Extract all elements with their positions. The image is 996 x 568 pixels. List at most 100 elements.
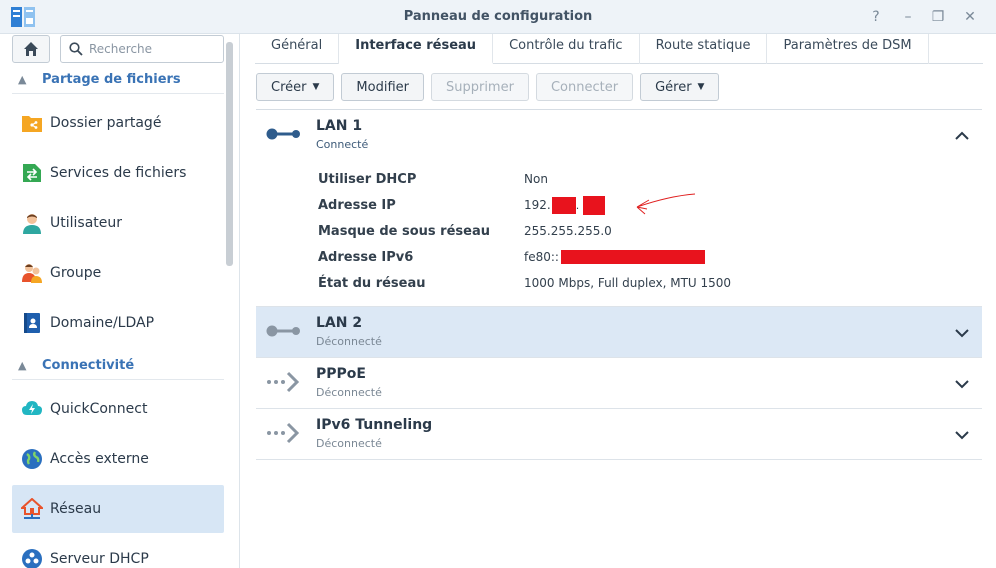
detail-label: Adresse IP bbox=[318, 197, 396, 213]
redaction-block bbox=[583, 195, 606, 215]
user-icon bbox=[20, 211, 44, 235]
interface-name: LAN 1 bbox=[316, 118, 363, 134]
interface-lan1: LAN 1 Connecté Utiliser DHCP Non Adresse… bbox=[256, 110, 982, 307]
interface-status: Déconnecté bbox=[316, 437, 382, 450]
sidebar-item-user[interactable]: Utilisateur bbox=[12, 199, 224, 247]
sidebar-item-network[interactable]: Réseau bbox=[12, 485, 224, 533]
sidebar-item-label: Dossier partagé bbox=[50, 115, 162, 131]
sidebar-item-label: Serveur DHCP bbox=[50, 551, 149, 567]
interface-header[interactable]: LAN 2 Déconnecté bbox=[256, 307, 982, 357]
section-connectivity[interactable]: ▲ Connectivité bbox=[12, 352, 224, 380]
detail-label: Masque de sous réseau bbox=[318, 223, 490, 239]
detail-row-state: État du réseau 1000 Mbps, Full duplex, M… bbox=[318, 270, 982, 296]
tab-dsm-settings[interactable]: Paramètres de DSM bbox=[767, 34, 929, 64]
create-button[interactable]: Créer ▼ bbox=[256, 73, 335, 101]
interface-list: LAN 1 Connecté Utiliser DHCP Non Adresse… bbox=[256, 109, 982, 460]
modify-button[interactable]: Modifier bbox=[341, 73, 424, 101]
sidebar: ▲ Partage de fichiers Dossier partagé Se… bbox=[0, 34, 240, 568]
detail-row-dhcp: Utiliser DHCP Non bbox=[318, 166, 982, 192]
sidebar-item-label: Services de fichiers bbox=[50, 165, 187, 181]
external-access-icon bbox=[20, 447, 44, 471]
redaction-block bbox=[560, 250, 705, 265]
ethernet-disconnected-icon bbox=[266, 325, 300, 337]
connect-button-label: Connecter bbox=[550, 79, 619, 95]
caret-down-icon: ▼ bbox=[312, 82, 320, 92]
sidebar-item-domain-ldap[interactable]: Domaine/LDAP bbox=[12, 299, 224, 347]
sidebar-item-group[interactable]: Groupe bbox=[12, 249, 224, 297]
file-services-icon bbox=[20, 161, 44, 185]
search-input[interactable] bbox=[89, 42, 219, 56]
window-titlebar: Panneau de configuration ? – ❐ ✕ bbox=[0, 0, 996, 34]
section-label: Partage de fichiers bbox=[42, 72, 181, 87]
sidebar-item-label: Accès externe bbox=[50, 451, 149, 467]
caret-down-icon: ▼ bbox=[697, 82, 705, 92]
toolbar: Créer ▼ Modifier Supprimer Connecter Gér… bbox=[256, 73, 720, 101]
sidebar-item-quickconnect[interactable]: QuickConnect bbox=[12, 385, 224, 433]
group-icon bbox=[20, 261, 44, 285]
sidebar-item-file-services[interactable]: Services de fichiers bbox=[12, 149, 224, 197]
interface-lan2[interactable]: LAN 2 Déconnecté bbox=[256, 307, 982, 358]
chevron-down-icon[interactable] bbox=[952, 374, 972, 394]
detail-value: 255.255.255.0 bbox=[524, 224, 612, 238]
section-file-sharing[interactable]: ▲ Partage de fichiers bbox=[12, 66, 224, 94]
manage-button[interactable]: Gérer ▼ bbox=[640, 73, 720, 101]
search-icon bbox=[69, 42, 83, 56]
connect-button[interactable]: Connecter bbox=[535, 73, 634, 101]
window-title: Panneau de configuration bbox=[403, 9, 593, 24]
sidebar-item-external-access[interactable]: Accès externe bbox=[12, 435, 224, 483]
interface-pppoe[interactable]: PPPoE Déconnecté bbox=[256, 358, 982, 409]
section-label: Connectivité bbox=[42, 358, 135, 373]
interface-header[interactable]: LAN 1 Connecté bbox=[256, 110, 982, 160]
close-button[interactable]: ✕ bbox=[960, 7, 980, 27]
dhcp-server-icon bbox=[20, 547, 44, 568]
detail-row-ipv6: Adresse IPv6 fe80:: bbox=[318, 244, 982, 270]
tab-general[interactable]: Général bbox=[255, 34, 340, 64]
chevron-up-icon: ▲ bbox=[18, 359, 27, 372]
interface-header[interactable]: IPv6 Tunneling Déconnecté bbox=[256, 409, 982, 459]
tab-network-interface[interactable]: Interface réseau bbox=[339, 34, 494, 64]
ip-prefix: 192. bbox=[524, 197, 551, 212]
sidebar-item-label: Groupe bbox=[50, 265, 102, 281]
tunnel-arrow-icon bbox=[267, 371, 300, 393]
detail-label: État du réseau bbox=[318, 275, 426, 291]
maximize-button[interactable]: ❐ bbox=[928, 7, 948, 27]
help-button[interactable]: ? bbox=[866, 7, 886, 27]
tab-static-route[interactable]: Route statique bbox=[640, 34, 768, 64]
main-panel: Général Interface réseau Contrôle du tra… bbox=[241, 34, 996, 568]
ethernet-connected-icon bbox=[266, 128, 300, 140]
interface-status: Connecté bbox=[316, 138, 369, 151]
sidebar-item-label: QuickConnect bbox=[50, 401, 148, 417]
detail-label: Adresse IPv6 bbox=[318, 249, 414, 265]
delete-button[interactable]: Supprimer bbox=[430, 73, 529, 101]
interface-ipv6-tunneling[interactable]: IPv6 Tunneling Déconnecté bbox=[256, 409, 982, 460]
shared-folder-icon bbox=[20, 111, 44, 135]
create-button-label: Créer bbox=[271, 79, 307, 95]
manage-button-label: Gérer bbox=[655, 79, 692, 95]
sidebar-item-label: Utilisateur bbox=[50, 215, 123, 231]
detail-row-mask: Masque de sous réseau 255.255.255.0 bbox=[318, 218, 982, 244]
detail-value-ip: 192.. bbox=[524, 195, 606, 215]
ipv6-prefix: fe80:: bbox=[524, 249, 559, 264]
sidebar-scrollbar[interactable] bbox=[226, 42, 233, 266]
chevron-down-icon[interactable] bbox=[952, 323, 972, 343]
chevron-up-icon[interactable] bbox=[952, 126, 972, 146]
redaction-block bbox=[551, 196, 576, 214]
search-box bbox=[60, 35, 224, 63]
minimize-button[interactable]: – bbox=[898, 7, 918, 27]
tab-traffic-control[interactable]: Contrôle du trafic bbox=[493, 34, 640, 64]
home-button[interactable] bbox=[12, 35, 50, 63]
interface-name: LAN 2 bbox=[316, 315, 363, 331]
interface-header[interactable]: PPPoE Déconnecté bbox=[256, 358, 982, 408]
tunnel-arrow-icon bbox=[267, 422, 300, 444]
network-icon bbox=[20, 497, 44, 521]
chevron-up-icon: ▲ bbox=[18, 73, 27, 86]
chevron-down-icon[interactable] bbox=[952, 425, 972, 445]
interface-status: Déconnecté bbox=[316, 386, 382, 399]
tab-bar: Général Interface réseau Contrôle du tra… bbox=[255, 34, 983, 64]
detail-label: Utiliser DHCP bbox=[318, 171, 417, 187]
sidebar-item-shared-folder[interactable]: Dossier partagé bbox=[12, 99, 224, 147]
detail-value: Non bbox=[524, 172, 548, 186]
interface-status: Déconnecté bbox=[316, 335, 382, 348]
sidebar-item-dhcp-server[interactable]: Serveur DHCP bbox=[12, 535, 224, 568]
interface-name: PPPoE bbox=[316, 366, 366, 382]
